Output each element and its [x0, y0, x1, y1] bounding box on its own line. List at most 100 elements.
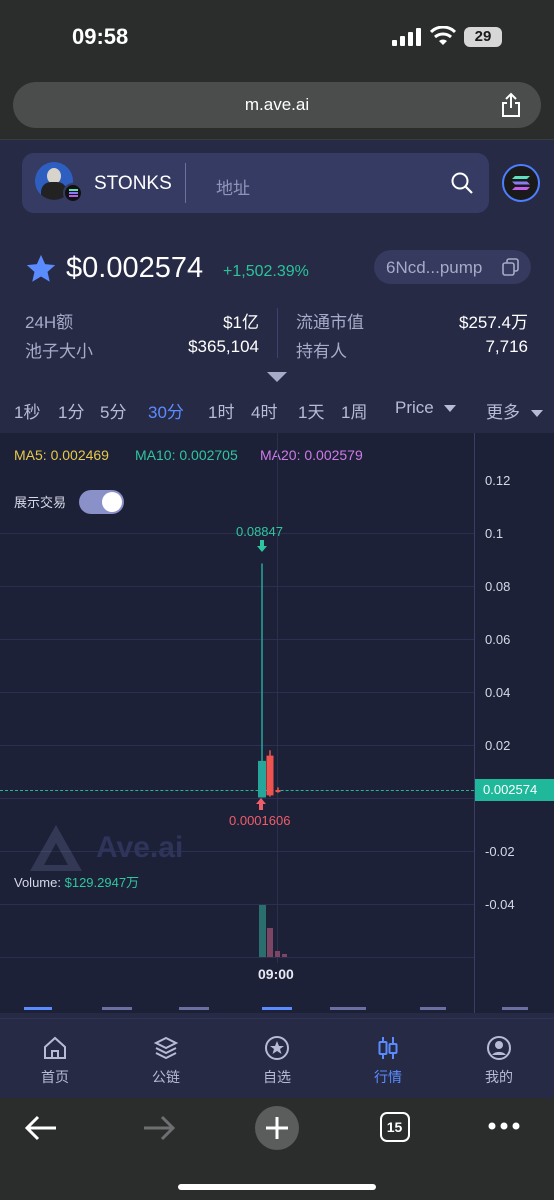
browser-address-area: m.ave.ai — [0, 72, 554, 140]
y-tick: 0.12 — [485, 473, 511, 488]
low-price-label: 0.0001606 — [229, 813, 291, 828]
user-icon — [487, 1036, 511, 1060]
tf-4h[interactable]: 4时 — [251, 398, 277, 423]
token-name: STONKS — [94, 173, 172, 194]
search-icon[interactable] — [450, 171, 474, 195]
high-price-label: 0.08847 — [236, 524, 283, 539]
tab-home[interactable]: 首页 — [0, 1019, 110, 1098]
forward-arrow-icon[interactable] — [142, 1114, 176, 1142]
volume-bar — [282, 954, 287, 957]
candles-icon — [378, 1037, 398, 1059]
url-text: m.ave.ai — [244, 95, 310, 114]
signal-icon — [392, 28, 421, 46]
volume-title: Volume: — [14, 875, 61, 890]
current-price-tag: 0.002574 — [475, 779, 554, 801]
more-dropdown[interactable]: 更多 — [486, 398, 543, 423]
browser-toolbar: 15 — [0, 1098, 554, 1200]
new-tab-button[interactable] — [255, 1106, 299, 1150]
indicator-strip — [24, 1003, 534, 1013]
copy-icon[interactable] — [502, 258, 520, 276]
share-icon[interactable] — [499, 92, 523, 118]
token-price: $0.002574 — [66, 252, 204, 284]
plus-icon — [266, 1117, 288, 1139]
y-tick: 0.1 — [485, 526, 504, 541]
contract-address: 6Ncd...pump — [386, 258, 483, 277]
chain-selector[interactable] — [502, 164, 540, 202]
home-indicator — [178, 1184, 376, 1190]
volume-bar — [275, 951, 280, 957]
tf-5m[interactable]: 5分 — [100, 398, 126, 423]
home-icon — [44, 1036, 66, 1059]
address-search-input[interactable]: 地址 — [216, 174, 250, 199]
tf-30m[interactable]: 30分 — [148, 398, 184, 423]
tab-home-label: 首页 — [41, 1069, 69, 1085]
y-tick: 0.08 — [485, 579, 511, 594]
tab-profile-label: 我的 — [485, 1069, 513, 1085]
tab-market-label: 行情 — [374, 1069, 402, 1085]
stats-divider — [277, 308, 278, 358]
status-time: 09:58 — [72, 24, 129, 49]
price-type-label: Price — [395, 398, 434, 417]
axis-divider — [474, 433, 475, 1013]
tab-chains-label: 公链 — [152, 1069, 180, 1085]
back-arrow-icon[interactable] — [24, 1114, 58, 1142]
tf-1m[interactable]: 1分 — [58, 398, 84, 423]
stat-mcap-value: $257.4万 — [459, 313, 528, 332]
tf-1d[interactable]: 1天 — [298, 398, 324, 423]
y-tick: -0.04 — [485, 897, 515, 912]
current-price-value: 0.002574 — [483, 782, 538, 797]
more-options-icon[interactable] — [488, 1122, 520, 1130]
layers-icon — [153, 1036, 179, 1060]
wifi-icon — [430, 26, 456, 45]
tab-chains[interactable]: 公链 — [111, 1019, 221, 1098]
chevron-down-icon — [444, 405, 457, 413]
favorite-star-icon[interactable] — [24, 252, 58, 286]
stat-mcap-label: 流通市值 — [296, 313, 364, 332]
star-circle-icon — [265, 1036, 289, 1060]
status-bar: 09:58 29 — [0, 0, 554, 72]
volume-bar — [267, 928, 273, 957]
more-label: 更多 — [486, 403, 520, 422]
candle-body[interactable] — [275, 790, 281, 793]
candle-body[interactable] — [258, 760, 266, 798]
candlestick-plot — [258, 563, 281, 798]
tab-profile[interactable]: 我的 — [444, 1019, 554, 1098]
tabs-button[interactable]: 15 — [380, 1112, 410, 1142]
stat-pool-label: 池子大小 — [25, 342, 93, 361]
price-chart[interactable]: MA5: 0.002469 MA10: 0.002705 MA20: 0.002… — [0, 433, 554, 1013]
tab-market[interactable]: 行情 — [333, 1019, 443, 1098]
tab-watchlist[interactable]: 自选 — [222, 1019, 332, 1098]
url-bar[interactable]: m.ave.ai — [13, 82, 541, 128]
expand-caret-icon[interactable] — [267, 372, 287, 382]
y-tick: 0.02 — [485, 738, 511, 753]
price-type-dropdown[interactable]: Price — [395, 398, 457, 418]
stat-pool-value: $365,104 — [188, 337, 259, 356]
stat-holders-label: 持有人 — [296, 342, 347, 361]
contract-address-chip[interactable]: 6Ncd...pump — [374, 250, 531, 284]
x-axis-label: 09:00 — [258, 966, 294, 982]
app-content: STONKS 地址 $0.002574 +1,502.39% 6Ncd...pu… — [0, 140, 554, 1098]
y-tick: 0.04 — [485, 685, 511, 700]
tf-1s[interactable]: 1秒 — [14, 398, 40, 423]
price-change: +1,502.39% — [223, 263, 309, 280]
stat-holders-value: 7,716 — [485, 337, 528, 356]
tab-watchlist-label: 自选 — [263, 1069, 291, 1085]
chevron-down-icon — [530, 410, 543, 418]
y-tick: 0.06 — [485, 632, 511, 647]
solana-badge-icon — [63, 183, 83, 203]
y-tick: -0.02 — [485, 844, 515, 859]
volume-value: $129.2947万 — [64, 875, 140, 890]
bottom-tab-bar: 首页 公链 自选 行情 我的 — [0, 1018, 554, 1098]
battery-icon: 29 — [464, 27, 502, 47]
tf-1h[interactable]: 1时 — [208, 398, 234, 423]
search-divider — [185, 163, 186, 203]
tf-1w[interactable]: 1周 — [341, 398, 367, 423]
volume-label: Volume: $129.2947万 — [14, 872, 139, 891]
solana-icon — [512, 176, 530, 190]
arrow-up-icon — [256, 798, 266, 810]
arrow-down-icon — [257, 540, 267, 552]
candle-body[interactable] — [266, 755, 274, 796]
battery-level: 29 — [474, 28, 492, 45]
token-search-bar[interactable]: STONKS 地址 — [22, 153, 489, 213]
volume-bar — [259, 905, 266, 957]
